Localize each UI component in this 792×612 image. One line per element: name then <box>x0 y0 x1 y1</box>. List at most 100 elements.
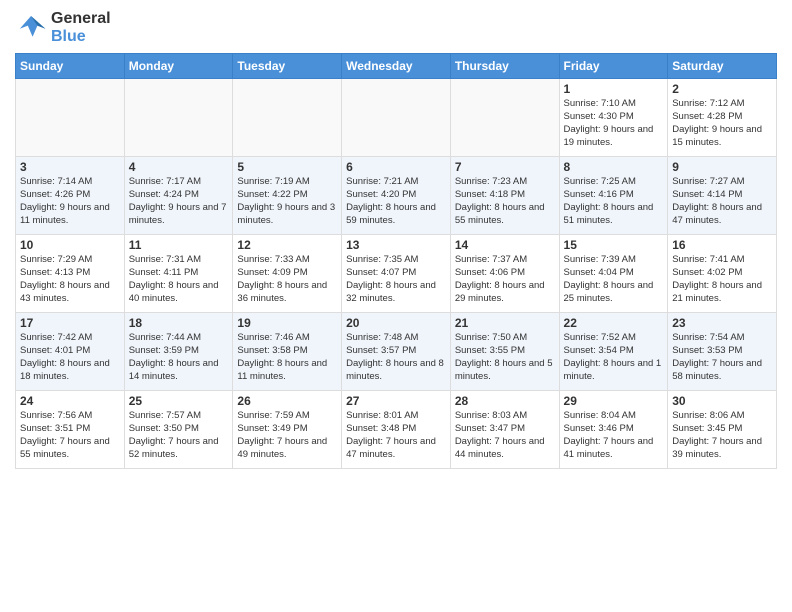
col-header-sunday: Sunday <box>16 54 125 79</box>
calendar-cell: 6 Sunrise: 7:21 AM Sunset: 4:20 PM Daylig… <box>342 157 451 235</box>
day-info: Sunrise: 7:41 AM Sunset: 4:02 PM Dayligh… <box>672 254 772 305</box>
day-number: 5 <box>237 160 337 174</box>
day-number: 15 <box>564 238 664 252</box>
day-number: 17 <box>20 316 120 330</box>
calendar-cell: 23 Sunrise: 7:54 AM Sunset: 3:53 PM Dayli… <box>668 313 777 391</box>
day-number: 25 <box>129 394 229 408</box>
calendar-cell: 4 Sunrise: 7:17 AM Sunset: 4:24 PM Daylig… <box>124 157 233 235</box>
day-info: Sunrise: 7:42 AM Sunset: 4:01 PM Dayligh… <box>20 332 120 383</box>
day-info: Sunrise: 7:37 AM Sunset: 4:06 PM Dayligh… <box>455 254 555 305</box>
calendar-cell: 14Sunrise: 7:37 AM Sunset: 4:06 PM Dayli… <box>450 235 559 313</box>
day-number: 28 <box>455 394 555 408</box>
calendar-cell: 3 Sunrise: 7:14 AM Sunset: 4:26 PM Daylig… <box>16 157 125 235</box>
day-number: 23 <box>672 316 772 330</box>
day-info: Sunrise: 7:33 AM Sunset: 4:09 PM Dayligh… <box>237 254 337 305</box>
day-info: Sunrise: 7:23 AM Sunset: 4:18 PM Dayligh… <box>455 176 555 227</box>
calendar-cell: 12 Sunrise: 7:33 AM Sunset: 4:09 PM Dayli… <box>233 235 342 313</box>
day-info: Sunrise: 8:01 AM Sunset: 3:48 PM Dayligh… <box>346 410 446 461</box>
day-info: Sunrise: 7:44 AM Sunset: 3:59 PM Dayligh… <box>129 332 229 383</box>
day-number: 22 <box>564 316 664 330</box>
calendar-cell <box>342 79 451 157</box>
calendar-cell <box>233 79 342 157</box>
day-info: Sunrise: 7:50 AM Sunset: 3:55 PM Dayligh… <box>455 332 555 383</box>
col-header-thursday: Thursday <box>450 54 559 79</box>
calendar-cell: 1Sunrise: 7:10 AM Sunset: 4:30 PM Daylig… <box>559 79 668 157</box>
calendar-cell: 11 Sunrise: 7:31 AM Sunset: 4:11 PM Dayli… <box>124 235 233 313</box>
col-header-monday: Monday <box>124 54 233 79</box>
col-header-saturday: Saturday <box>668 54 777 79</box>
calendar-cell: 27 Sunrise: 8:01 AM Sunset: 3:48 PM Dayli… <box>342 391 451 469</box>
day-number: 8 <box>564 160 664 174</box>
calendar-week-1: 1Sunrise: 7:10 AM Sunset: 4:30 PM Daylig… <box>16 79 777 157</box>
day-number: 21 <box>455 316 555 330</box>
calendar-week-2: 3 Sunrise: 7:14 AM Sunset: 4:26 PM Daylig… <box>16 157 777 235</box>
logo: General Blue <box>15 10 111 45</box>
calendar-week-5: 24Sunrise: 7:56 AM Sunset: 3:51 PM Dayli… <box>16 391 777 469</box>
day-info: Sunrise: 7:56 AM Sunset: 3:51 PM Dayligh… <box>20 410 120 461</box>
day-number: 3 <box>20 160 120 174</box>
day-number: 10 <box>20 238 120 252</box>
day-number: 6 <box>346 160 446 174</box>
day-info: Sunrise: 7:52 AM Sunset: 3:54 PM Dayligh… <box>564 332 664 383</box>
day-number: 30 <box>672 394 772 408</box>
day-info: Sunrise: 7:21 AM Sunset: 4:20 PM Dayligh… <box>346 176 446 227</box>
day-info: Sunrise: 8:06 AM Sunset: 3:45 PM Dayligh… <box>672 410 772 461</box>
day-info: Sunrise: 7:35 AM Sunset: 4:07 PM Dayligh… <box>346 254 446 305</box>
day-number: 19 <box>237 316 337 330</box>
day-info: Sunrise: 7:46 AM Sunset: 3:58 PM Dayligh… <box>237 332 337 383</box>
day-number: 13 <box>346 238 446 252</box>
day-number: 20 <box>346 316 446 330</box>
calendar-cell: 30 Sunrise: 8:06 AM Sunset: 3:45 PM Dayli… <box>668 391 777 469</box>
day-info: Sunrise: 7:39 AM Sunset: 4:04 PM Dayligh… <box>564 254 664 305</box>
day-info: Sunrise: 7:57 AM Sunset: 3:50 PM Dayligh… <box>129 410 229 461</box>
calendar-cell: 21 Sunrise: 7:50 AM Sunset: 3:55 PM Dayli… <box>450 313 559 391</box>
day-number: 7 <box>455 160 555 174</box>
page-container: General Blue SundayMondayTuesdayWednesda… <box>0 0 792 474</box>
day-number: 26 <box>237 394 337 408</box>
calendar-cell: 26 Sunrise: 7:59 AM Sunset: 3:49 PM Dayli… <box>233 391 342 469</box>
calendar-cell: 28 Sunrise: 8:03 AM Sunset: 3:47 PM Dayli… <box>450 391 559 469</box>
calendar-cell: 25 Sunrise: 7:57 AM Sunset: 3:50 PM Dayli… <box>124 391 233 469</box>
calendar-cell <box>124 79 233 157</box>
calendar-cell: 2 Sunrise: 7:12 AM Sunset: 4:28 PM Daylig… <box>668 79 777 157</box>
calendar-cell: 29 Sunrise: 8:04 AM Sunset: 3:46 PM Dayli… <box>559 391 668 469</box>
day-number: 11 <box>129 238 229 252</box>
day-info: Sunrise: 7:27 AM Sunset: 4:14 PM Dayligh… <box>672 176 772 227</box>
day-number: 4 <box>129 160 229 174</box>
day-info: Sunrise: 7:14 AM Sunset: 4:26 PM Dayligh… <box>20 176 120 227</box>
calendar-cell: 10Sunrise: 7:29 AM Sunset: 4:13 PM Dayli… <box>16 235 125 313</box>
day-info: Sunrise: 7:54 AM Sunset: 3:53 PM Dayligh… <box>672 332 772 383</box>
day-info: Sunrise: 8:03 AM Sunset: 3:47 PM Dayligh… <box>455 410 555 461</box>
calendar-cell: 19 Sunrise: 7:46 AM Sunset: 3:58 PM Dayli… <box>233 313 342 391</box>
calendar-week-4: 17 Sunrise: 7:42 AM Sunset: 4:01 PM Dayli… <box>16 313 777 391</box>
day-info: Sunrise: 8:04 AM Sunset: 3:46 PM Dayligh… <box>564 410 664 461</box>
day-number: 2 <box>672 82 772 96</box>
calendar-cell: 15 Sunrise: 7:39 AM Sunset: 4:04 PM Dayli… <box>559 235 668 313</box>
header: General Blue <box>15 10 777 45</box>
col-header-tuesday: Tuesday <box>233 54 342 79</box>
calendar-cell: 22 Sunrise: 7:52 AM Sunset: 3:54 PM Dayli… <box>559 313 668 391</box>
day-number: 12 <box>237 238 337 252</box>
day-info: Sunrise: 7:31 AM Sunset: 4:11 PM Dayligh… <box>129 254 229 305</box>
calendar-cell: 9 Sunrise: 7:27 AM Sunset: 4:14 PM Daylig… <box>668 157 777 235</box>
calendar-cell: 5 Sunrise: 7:19 AM Sunset: 4:22 PM Daylig… <box>233 157 342 235</box>
calendar-week-3: 10Sunrise: 7:29 AM Sunset: 4:13 PM Dayli… <box>16 235 777 313</box>
calendar-cell <box>450 79 559 157</box>
calendar-cell: 13 Sunrise: 7:35 AM Sunset: 4:07 PM Dayli… <box>342 235 451 313</box>
day-number: 27 <box>346 394 446 408</box>
calendar-cell: 8Sunrise: 7:25 AM Sunset: 4:16 PM Daylig… <box>559 157 668 235</box>
day-info: Sunrise: 7:19 AM Sunset: 4:22 PM Dayligh… <box>237 176 337 227</box>
col-header-friday: Friday <box>559 54 668 79</box>
day-info: Sunrise: 7:12 AM Sunset: 4:28 PM Dayligh… <box>672 98 772 149</box>
day-info: Sunrise: 7:10 AM Sunset: 4:30 PM Dayligh… <box>564 98 664 149</box>
calendar-header-row: SundayMondayTuesdayWednesdayThursdayFrid… <box>16 54 777 79</box>
col-header-wednesday: Wednesday <box>342 54 451 79</box>
day-number: 9 <box>672 160 772 174</box>
day-number: 29 <box>564 394 664 408</box>
day-info: Sunrise: 7:59 AM Sunset: 3:49 PM Dayligh… <box>237 410 337 461</box>
calendar-cell: 17 Sunrise: 7:42 AM Sunset: 4:01 PM Dayli… <box>16 313 125 391</box>
day-info: Sunrise: 7:17 AM Sunset: 4:24 PM Dayligh… <box>129 176 229 227</box>
logo-icon <box>15 14 47 42</box>
calendar-cell: 24Sunrise: 7:56 AM Sunset: 3:51 PM Dayli… <box>16 391 125 469</box>
day-number: 16 <box>672 238 772 252</box>
